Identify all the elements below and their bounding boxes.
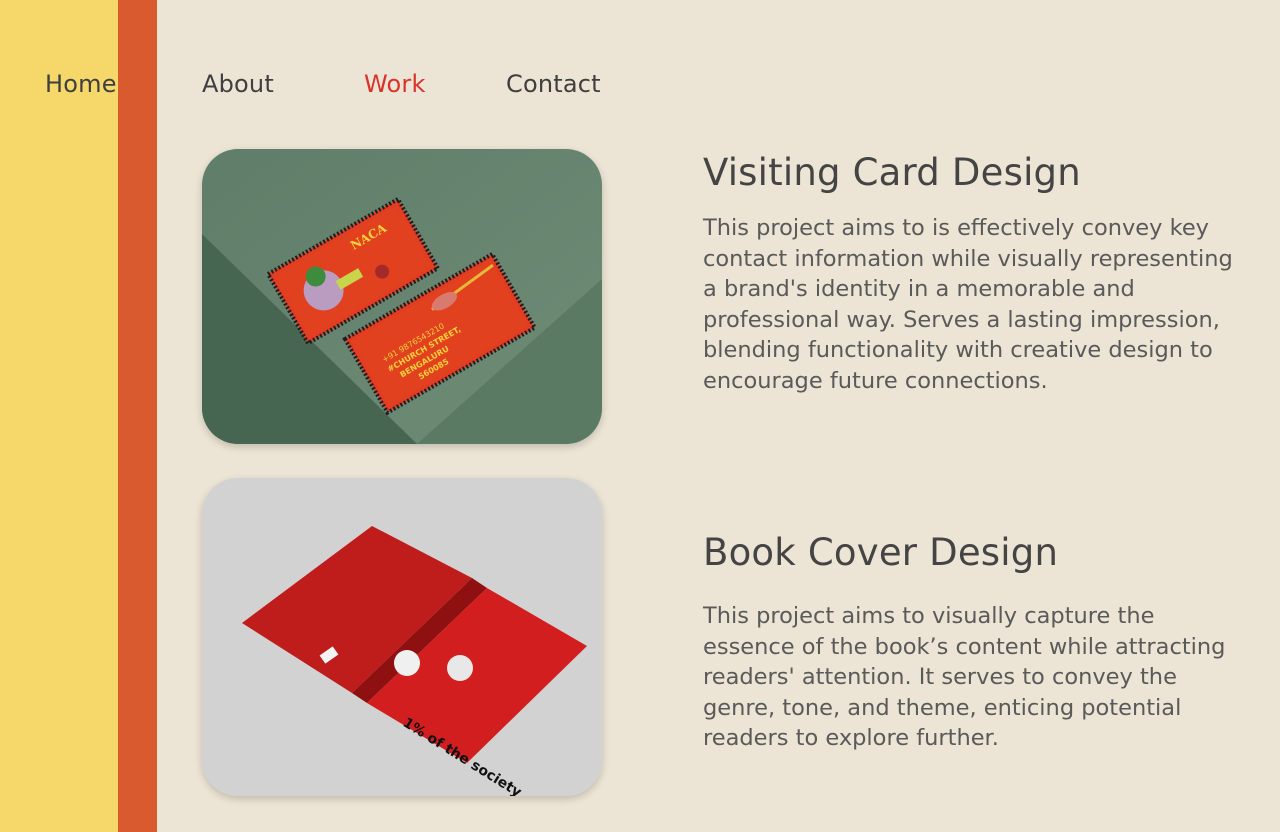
nav-contact-link[interactable]: Contact	[506, 70, 601, 98]
nav-home-link[interactable]: Home	[45, 70, 117, 98]
project-description-visiting-card: This project aims to is effectively conv…	[703, 215, 1233, 394]
visiting-card-mockup-graphic: NACA +91 9876543210 #CHURCH STREET, BENG…	[202, 149, 602, 444]
book-cover-mockup-graphic: 1% of the society	[202, 478, 602, 796]
visiting-card-mockup-image[interactable]: NACA +91 9876543210 #CHURCH STREET, BENG…	[202, 149, 602, 444]
nav-about-link[interactable]: About	[202, 70, 274, 98]
nav-work-link[interactable]: Work	[364, 70, 426, 98]
project-title-visiting-card: Visiting Card Design	[703, 151, 1081, 194]
orange-sidebar-stripe	[118, 0, 157, 832]
yellow-sidebar-stripe	[0, 0, 118, 832]
project-description-book-cover: This project aims to visually capture th…	[703, 603, 1226, 751]
book-cover-mockup-image[interactable]: 1% of the society	[202, 478, 602, 796]
project-title-book-cover: Book Cover Design	[703, 531, 1059, 574]
